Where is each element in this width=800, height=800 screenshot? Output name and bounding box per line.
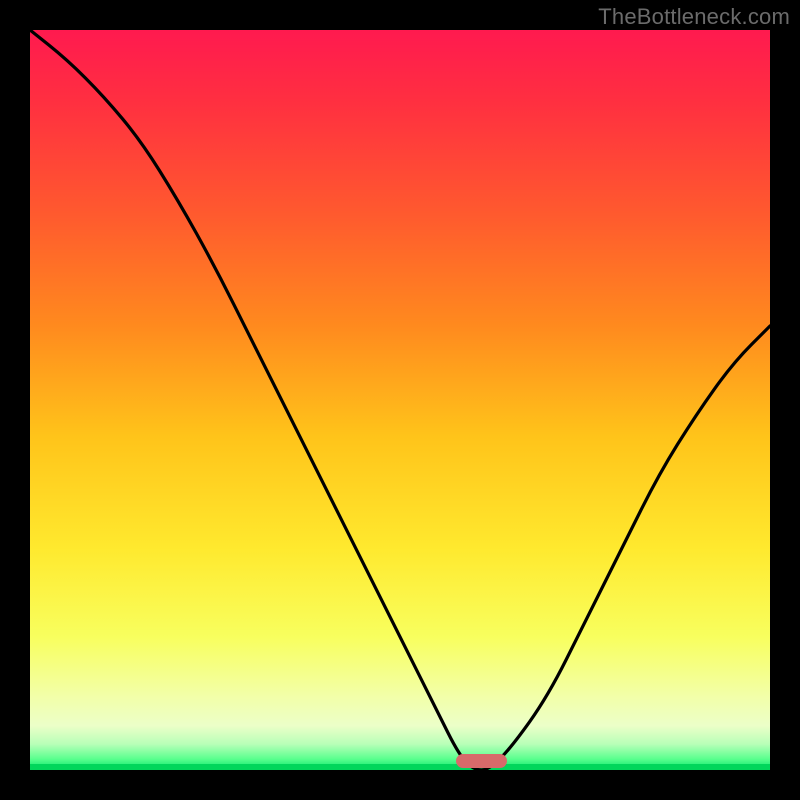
bottleneck-curve <box>30 30 770 770</box>
watermark-text: TheBottleneck.com <box>598 4 790 30</box>
plot-area <box>30 30 770 770</box>
optimal-point-marker <box>456 754 508 768</box>
chart-frame: TheBottleneck.com <box>0 0 800 800</box>
